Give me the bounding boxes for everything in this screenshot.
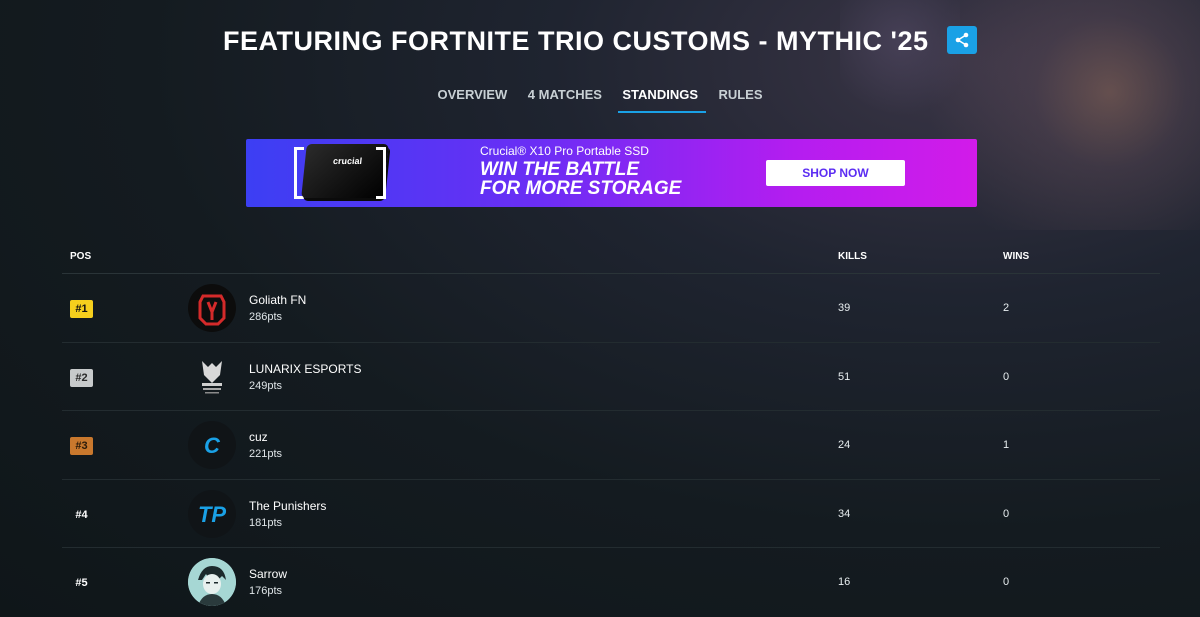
tab-rules[interactable]: RULES: [718, 87, 762, 113]
team-points: 221pts: [249, 448, 283, 460]
header-kills: KILLS: [838, 251, 867, 262]
avatar-letter: C: [204, 433, 220, 458]
team-wins: 2: [1003, 302, 1010, 314]
header-wins: WINS: [1003, 251, 1030, 262]
goliath-logo-icon: [188, 284, 236, 332]
page-title: FEATURING FORTNITE TRIO CUSTOMS - MYTHIC…: [223, 26, 929, 56]
ad-banner[interactable]: crucial Crucial® X10 Pro Portable SSD WI…: [246, 139, 977, 207]
lunarix-logo-icon: [188, 353, 236, 401]
avatar-letters: TP: [197, 501, 227, 527]
table-row[interactable]: #5 Sarrow 176pts 16 0: [62, 548, 1160, 617]
ad-headline-line2: FOR MORE STORAGE: [480, 178, 682, 199]
team-points: 286pts: [249, 311, 283, 323]
tab-matches[interactable]: 4 MATCHES: [528, 87, 602, 113]
page-header: FEATURING FORTNITE TRIO CUSTOMS - MYTHIC…: [0, 25, 1200, 57]
shop-now-button[interactable]: SHOP NOW: [766, 160, 905, 186]
table-row[interactable]: #2 LUNARIX ESPORTS 249pts 51 0: [62, 343, 1160, 411]
team-name[interactable]: The Punishers: [249, 499, 326, 513]
share-icon: [955, 32, 969, 47]
table-row[interactable]: #3 C cuz 221pts 24 1: [62, 411, 1160, 480]
ad-headline-line1: WIN THE BATTLE: [480, 159, 640, 180]
ad-product-name: Crucial® X10 Pro Portable SSD: [480, 144, 649, 158]
punishers-logo-icon: TP: [188, 489, 236, 538]
team-kills: 34: [838, 507, 851, 520]
header-pos: POS: [70, 251, 92, 262]
team-name[interactable]: cuz: [249, 430, 268, 444]
team-wins: 0: [1003, 576, 1010, 588]
standings-table: POS KILLS WINS #1 Goliath FN 286pts 39 2…: [62, 248, 1160, 617]
tab-bar: OVERVIEW 4 MATCHES STANDINGS RULES: [0, 86, 1200, 113]
position-badge: #4: [75, 508, 88, 521]
cuz-logo-icon: C: [188, 421, 236, 469]
ad-bracket-right: [376, 147, 386, 199]
team-points: 249pts: [249, 379, 283, 392]
position-badge: #3: [70, 437, 93, 455]
team-kills: 16: [838, 576, 851, 588]
team-wins: 1: [1003, 439, 1010, 451]
team-name[interactable]: Sarrow: [249, 567, 287, 581]
team-kills: 24: [838, 439, 851, 451]
share-button[interactable]: [946, 25, 977, 54]
team-wins: 0: [1003, 370, 1010, 383]
tab-overview[interactable]: OVERVIEW: [437, 87, 507, 113]
ad-headline: WIN THE BATTLE FOR MORE STORAGE: [480, 160, 681, 198]
position-badge: #1: [70, 300, 93, 318]
sarrow-avatar-icon: [188, 558, 236, 606]
team-kills: 51: [838, 370, 851, 383]
team-points: 176pts: [249, 585, 283, 597]
position-badge: #2: [70, 368, 93, 387]
ssd-logo: crucial: [332, 156, 363, 166]
table-row[interactable]: #4 TP The Punishers 181pts 34 0: [62, 480, 1160, 548]
team-name[interactable]: LUNARIX ESPORTS: [249, 362, 361, 376]
team-points: 181pts: [249, 516, 283, 529]
table-header: POS KILLS WINS: [62, 248, 1160, 274]
table-row[interactable]: #1 Goliath FN 286pts 39 2: [62, 274, 1160, 343]
tab-standings[interactable]: STANDINGS: [618, 87, 706, 113]
position-badge: #5: [75, 577, 88, 589]
team-name[interactable]: Goliath FN: [249, 293, 306, 307]
team-kills: 39: [838, 302, 851, 314]
team-wins: 0: [1003, 507, 1010, 520]
